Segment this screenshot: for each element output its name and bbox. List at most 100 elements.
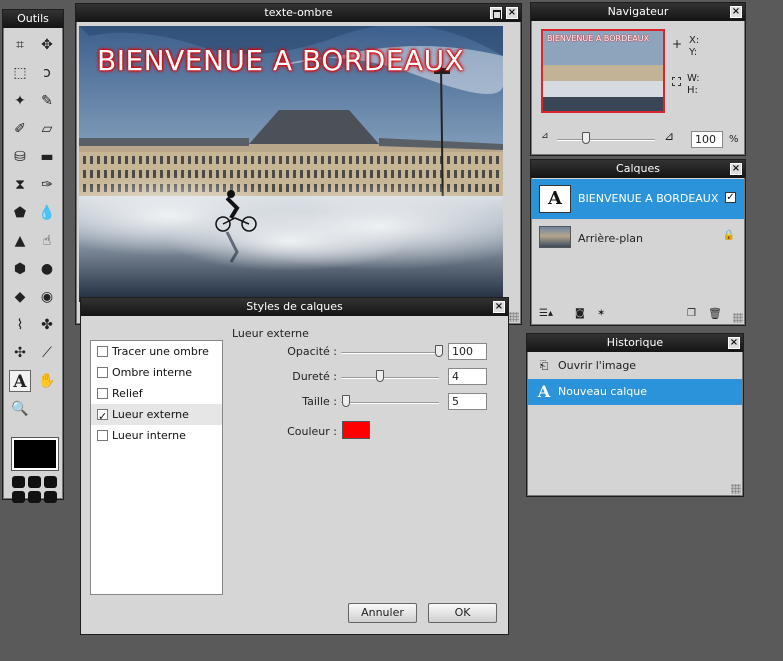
close-button[interactable]: × [728,337,740,349]
smudge-icon[interactable]: ☝ [36,230,58,252]
red-eye-icon[interactable]: ◉ [36,286,58,308]
style-item-inner-glow[interactable]: Lueur interne [91,425,222,446]
trash-icon[interactable]: 🗑 [708,307,722,320]
glow-color-swatch[interactable] [342,421,370,439]
burn-icon[interactable]: ● [36,258,58,280]
style-label: Ombre interne [112,366,193,379]
style-item-inner-shadow[interactable]: Ombre interne [91,362,222,383]
layer-styles-icon[interactable]: ✶ [597,308,605,319]
cancel-button[interactable]: Annuler [348,603,417,623]
color-replace-icon[interactable]: ✑ [36,174,58,196]
style-label: Tracer une ombre [112,345,209,358]
pencil-icon[interactable]: ✎ [36,90,58,112]
checkbox[interactable] [97,406,108,427]
text-icon[interactable]: A [9,370,31,392]
preset-swatch[interactable] [28,491,41,503]
h-label: H: [687,85,698,96]
color-label: Couleur : [287,425,337,438]
paint-bucket-icon[interactable]: ⛁ [9,146,31,168]
layers-panel: Calques × A BIENVENUE A BORDEAUX ✓ Arriè… [530,159,746,326]
opacity-slider[interactable] [341,352,439,354]
sharpen-icon[interactable]: ▲ [9,230,31,252]
crop-icon[interactable]: ⌗ [9,34,31,56]
maximize-button[interactable] [490,7,502,19]
preset-swatch[interactable] [44,491,57,503]
pinch-icon[interactable]: ✣ [9,342,31,364]
stamp-icon[interactable]: ⧗ [9,174,31,196]
size-slider-thumb[interactable] [341,395,350,407]
style-label: Relief [112,387,143,400]
w-label: W: [687,73,700,84]
close-button[interactable]: × [493,301,505,313]
size-slider[interactable] [341,402,439,404]
sponge-icon[interactable]: ⬢ [9,258,31,280]
lock-icon: 🔒 [722,230,735,241]
checkbox[interactable] [97,346,108,357]
layer-mask-icon[interactable]: ◙ [575,308,585,319]
history-title: Historique × [527,334,743,352]
resize-grip[interactable] [509,312,519,322]
checkbox[interactable] [97,388,108,399]
gradient-icon[interactable]: ▬ [36,146,58,168]
layer-properties-icon[interactable]: ☰▴ [539,308,553,319]
history-item[interactable]: ⎗ Ouvrir l'image [528,353,742,379]
close-button[interactable]: × [730,6,742,18]
layer-visible-checkbox[interactable]: ✓ [725,192,736,203]
eyedropper-icon[interactable]: ⟋ [36,342,58,364]
style-label: Lueur interne [112,429,186,442]
zoom-input[interactable]: 100 [691,131,723,148]
text-layer-icon: A [537,382,551,401]
hand-icon[interactable]: ✋ [36,370,58,392]
preset-swatch[interactable] [28,476,41,488]
hardness-input[interactable]: 4 [448,368,487,385]
crosshair-icon: + [672,37,683,51]
resize-grip[interactable] [733,313,743,323]
brush-icon[interactable]: ✐ [9,118,31,140]
layer-row-background[interactable]: Arrière-plan 🔒 [532,219,744,259]
preset-swatch[interactable] [44,476,57,488]
style-item-bevel[interactable]: Relief [91,383,222,404]
zoom-slider-thumb[interactable] [582,132,591,144]
opacity-slider-thumb[interactable] [435,345,443,357]
ok-button[interactable]: OK [428,603,497,623]
dialog-title: Styles de calques × [81,298,508,316]
new-layer-icon[interactable]: ❐ [687,308,696,319]
history-item[interactable]: A Nouveau calque [528,379,742,405]
marquee-icon[interactable]: ⬚ [9,62,31,84]
layer-row-text[interactable]: A BIENVENUE A BORDEAUX ✓ [532,179,744,219]
zoom-in-icon[interactable]: ⊿ [664,129,674,143]
opacity-input[interactable]: 100 [448,343,487,360]
image-canvas[interactable]: BIENVENUE A BORDEAUX [79,26,503,302]
drop-icon[interactable]: 💧 [36,202,58,224]
move-icon[interactable]: ✥ [36,34,58,56]
zoom-out-icon[interactable]: ⊿ [541,131,549,141]
tools-panel-title: Outils [3,10,63,28]
lasso-icon[interactable]: ↄ [36,62,58,84]
preset-swatch[interactable] [12,491,25,503]
style-item-drop-shadow[interactable]: Tracer une ombre [91,341,222,362]
close-button[interactable]: × [730,163,742,175]
style-item-outer-glow[interactable]: Lueur externe [91,404,222,427]
hardness-slider-thumb[interactable] [376,370,385,382]
foreground-color-swatch[interactable] [12,438,58,470]
history-item-label: Nouveau calque [558,385,647,398]
magic-wand-icon[interactable]: ✦ [9,90,31,112]
size-input[interactable]: 5 [448,393,487,410]
document-title-text: texte-ombre [264,6,333,19]
zoom-icon[interactable]: 🔍 [9,398,31,420]
checkbox[interactable] [97,367,108,378]
checkbox[interactable] [97,430,108,441]
bandage-icon[interactable]: ⌇ [9,314,31,336]
zoom-slider[interactable] [557,139,655,141]
section-title: Lueur externe [232,327,309,340]
navigator-thumbnail[interactable]: BIENVENUE A BORDEAUX [541,29,665,113]
shape-icon[interactable]: ⬟ [9,202,31,224]
document-title: texte-ombre × [76,4,521,22]
bloat-icon[interactable]: ✤ [36,314,58,336]
hardness-slider[interactable] [341,377,439,379]
dodge-icon[interactable]: ◆ [9,286,31,308]
resize-grip[interactable] [731,484,741,494]
close-button[interactable]: × [506,7,518,19]
eraser-icon[interactable]: ▱ [36,118,58,140]
preset-swatch[interactable] [12,476,25,488]
